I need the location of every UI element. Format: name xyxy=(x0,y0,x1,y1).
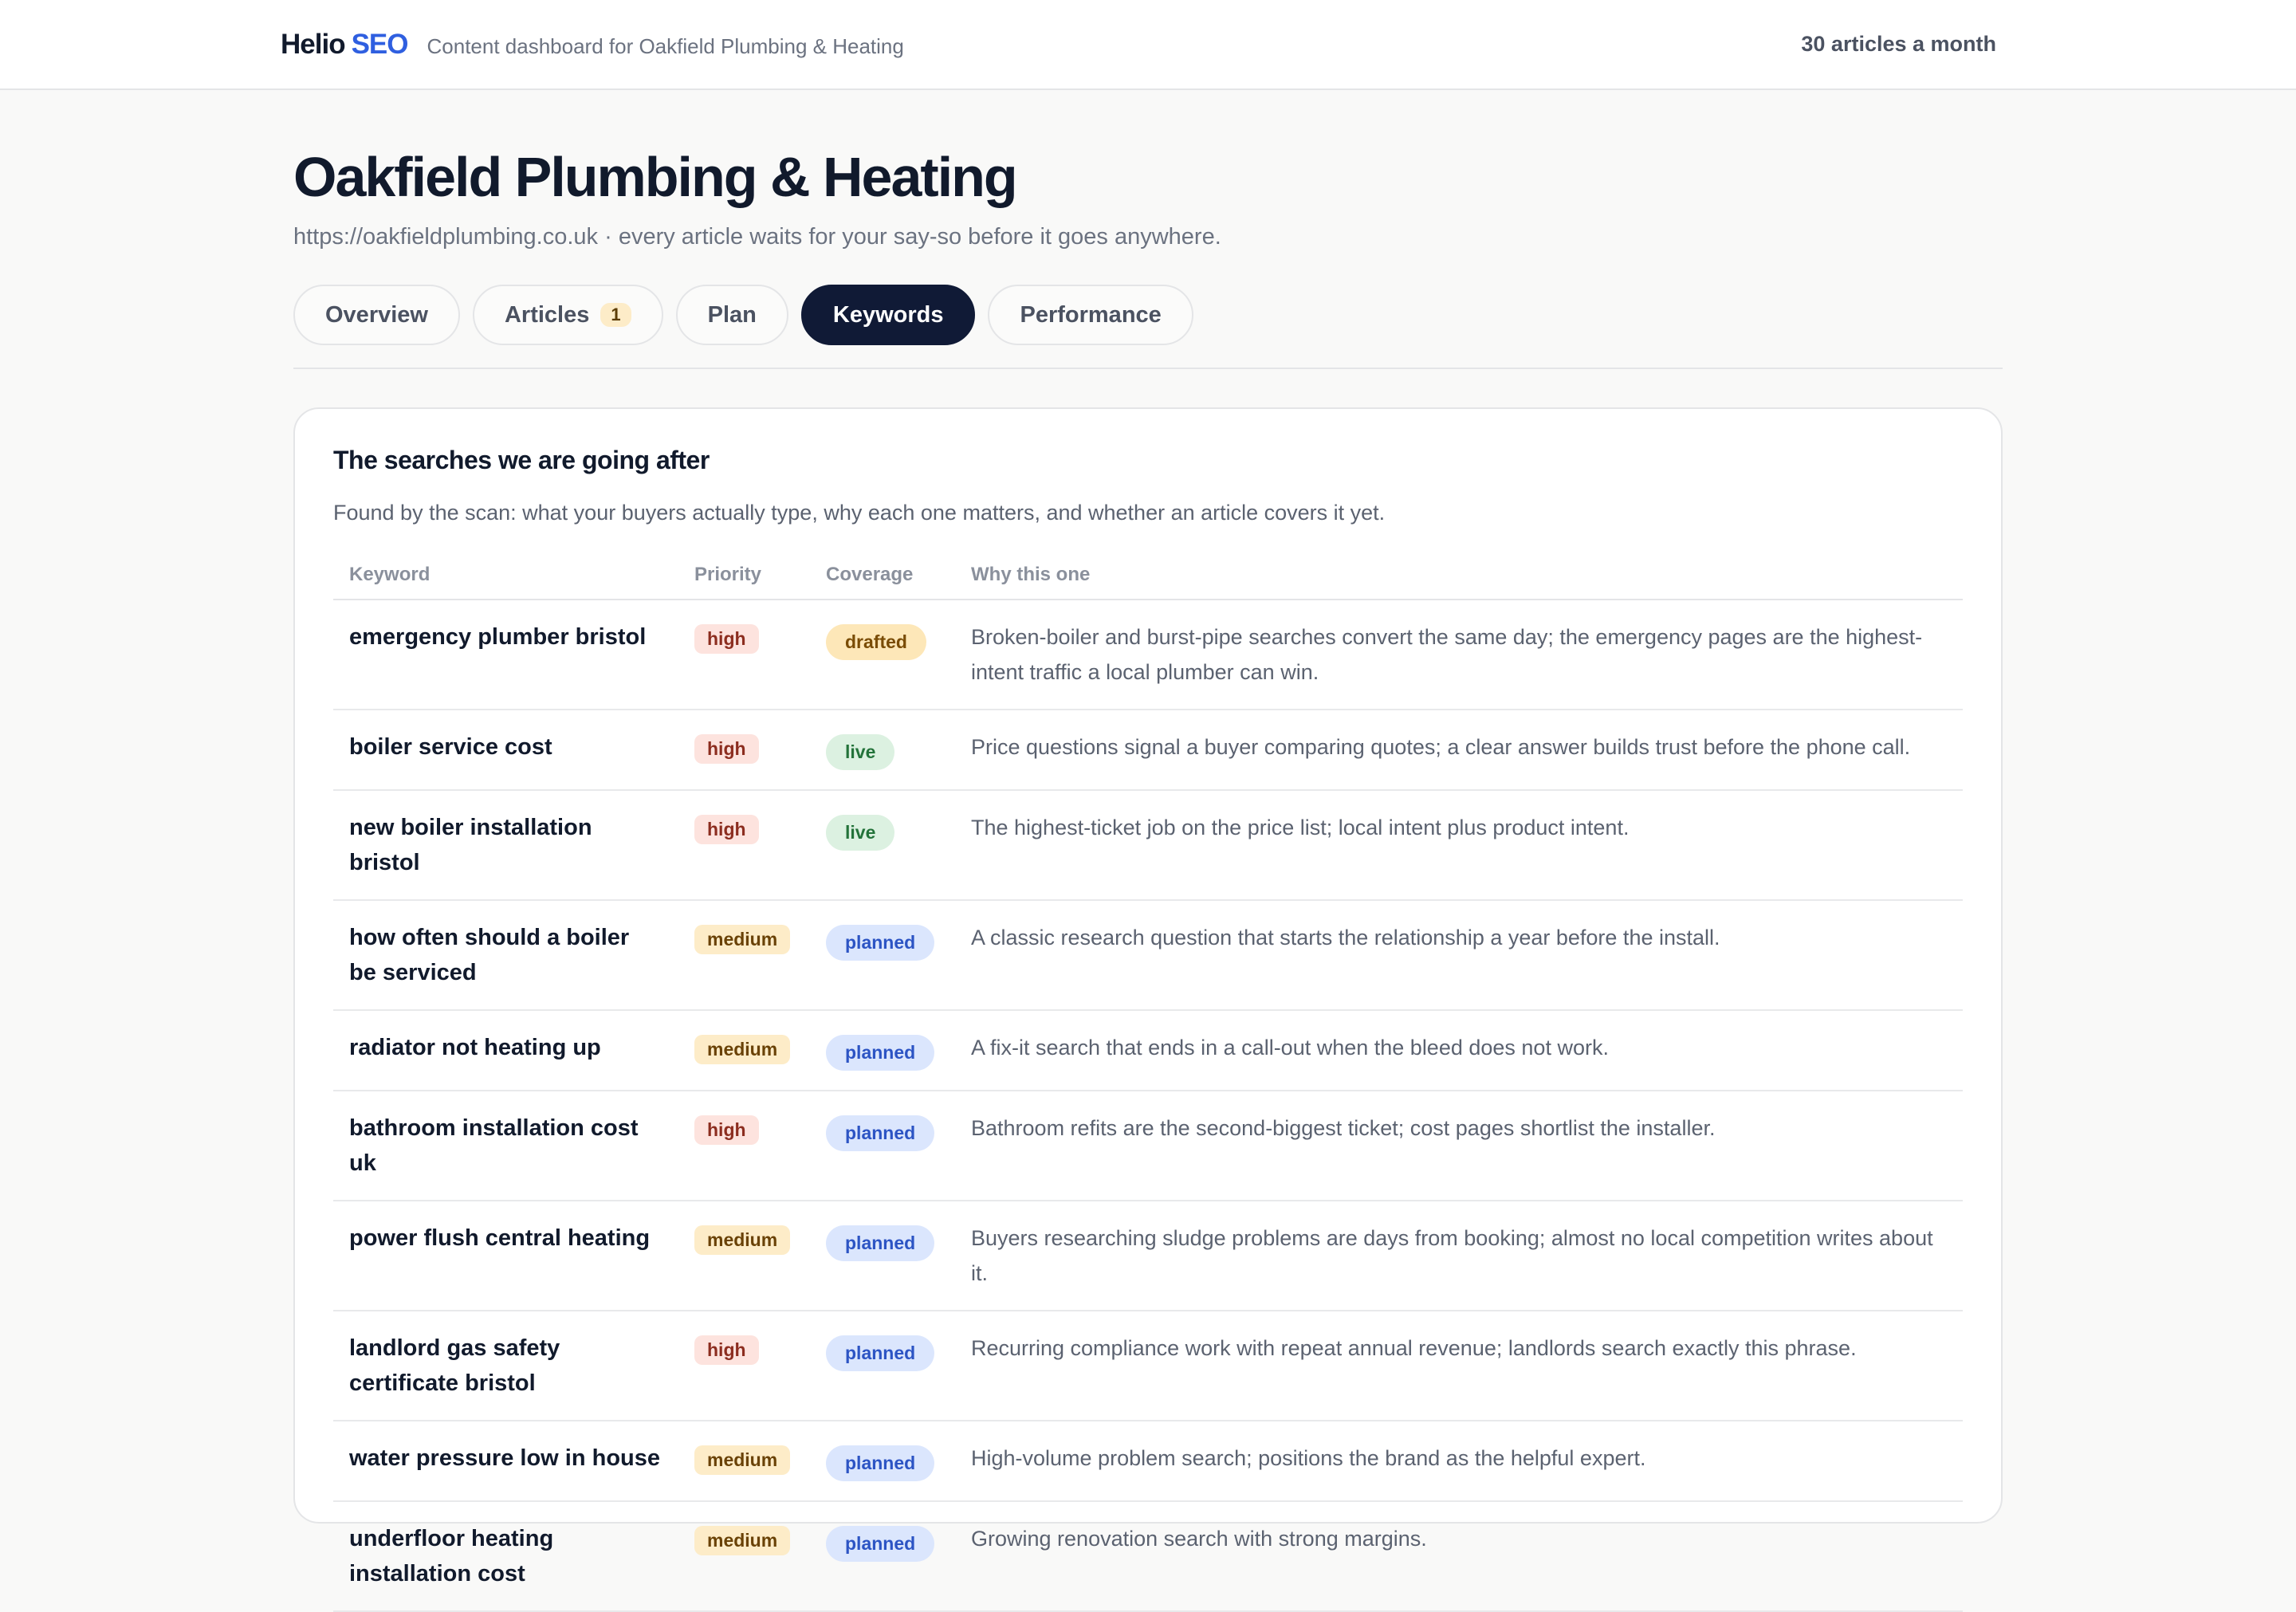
coverage-badge: planned xyxy=(826,1335,935,1371)
table-row: water pressure low in house medium plann… xyxy=(333,1421,1963,1502)
priority-badge: medium xyxy=(694,1035,791,1064)
why-cell: High-volume problem search; positions th… xyxy=(955,1421,1963,1502)
why-cell: Broken-boiler and burst-pipe searches co… xyxy=(955,600,1963,710)
keywords-table: Keyword Priority Coverage Why this one e… xyxy=(333,552,1963,1612)
card-title: The searches we are going after xyxy=(333,446,710,474)
column-header-coverage: Coverage xyxy=(810,552,955,600)
keyword-cell: bathroom installation cost uk xyxy=(333,1091,678,1201)
table-row: underfloor heating installation cost med… xyxy=(333,1501,1963,1612)
keywords-card: The searches we are going after Found by… xyxy=(293,407,2003,1612)
why-cell: A classic research question that starts … xyxy=(955,900,1963,1011)
priority-badge: medium xyxy=(694,1445,791,1475)
page-title: Oakfield Plumbing & Heating xyxy=(293,146,1018,208)
table-row: power flush central heating medium plann… xyxy=(333,1201,1963,1311)
priority-badge: high xyxy=(694,815,759,844)
priority-badge: medium xyxy=(694,1526,791,1555)
why-cell: A fix-it search that ends in a call-out … xyxy=(955,1010,1963,1091)
card-description: Found by the scan: what your buyers actu… xyxy=(333,501,1386,525)
keyword-cell: boiler service cost xyxy=(333,710,678,791)
coverage-badge: planned xyxy=(826,1035,935,1071)
tab-label: Overview xyxy=(325,301,428,328)
table-row: bathroom installation cost uk high plann… xyxy=(333,1091,1963,1201)
column-header-keyword: Keyword xyxy=(333,552,678,600)
plan-label: 30 articles a month xyxy=(1801,32,1996,56)
priority-badge: high xyxy=(694,1335,759,1365)
tab-bar: Overview Articles 1 Plan Keywords Perform… xyxy=(293,285,2003,369)
priority-badge: high xyxy=(694,624,759,654)
articles-count-badge: 1 xyxy=(600,303,631,327)
column-header-priority: Priority xyxy=(678,552,810,600)
table-header-row: Keyword Priority Coverage Why this one xyxy=(333,552,1963,600)
logo-accent: SEO xyxy=(351,28,409,60)
tab-label: Performance xyxy=(1020,301,1162,328)
tab-label: Articles xyxy=(504,301,590,328)
app-subtitle: Content dashboard for Oakfield Plumbing … xyxy=(427,33,904,58)
table-row: landlord gas safety certificate bristol … xyxy=(333,1311,1963,1421)
priority-badge: medium xyxy=(694,1225,791,1255)
tab-performance[interactable]: Performance xyxy=(988,285,1193,345)
coverage-badge: live xyxy=(826,734,895,770)
coverage-badge: drafted xyxy=(826,624,926,660)
table-row: emergency plumber bristol high drafted B… xyxy=(333,600,1963,710)
why-cell: Growing renovation search with strong ma… xyxy=(955,1501,1963,1612)
why-cell: Bathroom refits are the second-biggest t… xyxy=(955,1091,1963,1201)
brand: Helio SEO Content dashboard for Oakfield … xyxy=(281,29,904,61)
tab-keywords[interactable]: Keywords xyxy=(800,285,976,345)
logo-primary: Helio xyxy=(281,28,346,60)
tab-label: Keywords xyxy=(832,301,944,328)
tab-label: Plan xyxy=(707,301,757,328)
keyword-cell: new boiler installation bristol xyxy=(333,790,678,901)
priority-badge: medium xyxy=(694,925,791,954)
table-row: how often should a boiler be serviced me… xyxy=(333,900,1963,1011)
why-cell: Recurring compliance work with repeat an… xyxy=(955,1311,1963,1421)
coverage-badge: planned xyxy=(826,1115,935,1151)
main-content: Oakfield Plumbing & Heating https://oakf… xyxy=(293,90,2003,1612)
keyword-cell: power flush central heating xyxy=(333,1201,678,1311)
table-row: new boiler installation bristol high liv… xyxy=(333,790,1963,901)
why-cell: The highest-ticket job on the price list… xyxy=(955,790,1963,901)
keyword-cell: underfloor heating installation cost xyxy=(333,1501,678,1612)
coverage-badge: planned xyxy=(826,1445,935,1481)
keyword-cell: radiator not heating up xyxy=(333,1010,678,1091)
priority-badge: high xyxy=(694,734,759,764)
logo[interactable]: Helio SEO xyxy=(281,29,408,61)
coverage-badge: planned xyxy=(826,1526,935,1562)
keyword-cell: how often should a boiler be serviced xyxy=(333,900,678,1011)
coverage-badge: planned xyxy=(826,1225,935,1261)
tab-plan[interactable]: Plan xyxy=(675,285,788,345)
table-row: boiler service cost high live Price ques… xyxy=(333,710,1963,791)
coverage-badge: live xyxy=(826,815,895,851)
keyword-cell: emergency plumber bristol xyxy=(333,600,678,710)
tab-articles[interactable]: Articles 1 xyxy=(472,285,663,345)
column-header-why: Why this one xyxy=(955,552,1963,600)
page-subtitle: https://oakfieldplumbing.co.uk · every a… xyxy=(293,224,1221,250)
keyword-cell: landlord gas safety certificate bristol xyxy=(333,1311,678,1421)
top-bar: Helio SEO Content dashboard for Oakfield … xyxy=(0,0,2296,90)
keyword-cell: water pressure low in house xyxy=(333,1421,678,1502)
tab-overview[interactable]: Overview xyxy=(293,285,460,345)
why-cell: Price questions signal a buyer comparing… xyxy=(955,710,1963,791)
why-cell: Buyers researching sludge problems are d… xyxy=(955,1201,1963,1311)
table-row: radiator not heating up medium planned A… xyxy=(333,1010,1963,1091)
coverage-badge: planned xyxy=(826,925,935,961)
priority-badge: high xyxy=(694,1115,759,1145)
